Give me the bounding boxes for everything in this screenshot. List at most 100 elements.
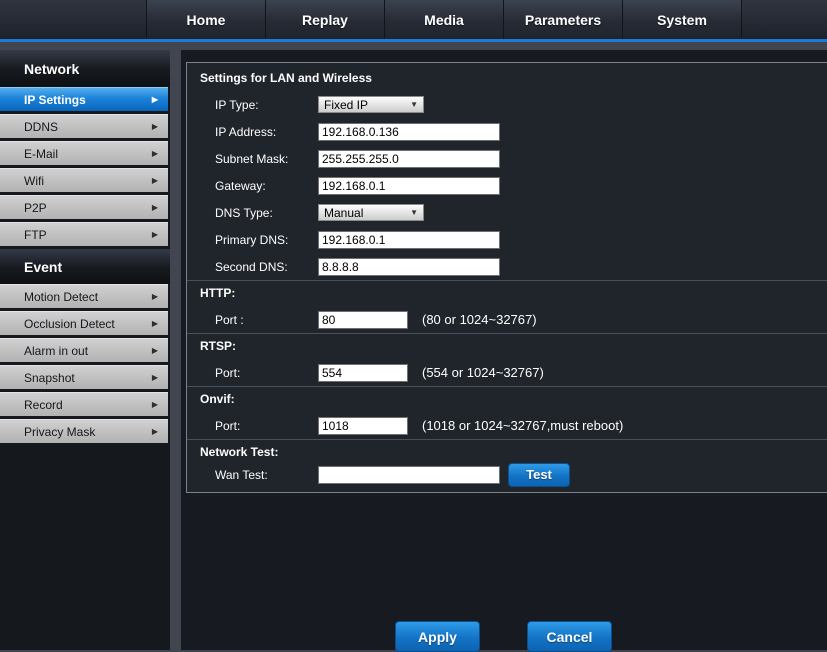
arrow-right-icon: ▶ <box>152 203 158 212</box>
sidebar-content-divider <box>170 50 181 650</box>
form-actions: Apply Cancel <box>395 621 612 652</box>
subnet-mask-row: Subnet Mask: <box>200 145 827 172</box>
sidebar-item-label: Occlusion Detect <box>24 317 115 331</box>
gateway-label: Gateway: <box>215 179 318 193</box>
http-port-row: Port : (80 or 1024~32767) <box>200 306 827 333</box>
arrow-right-icon: ▶ <box>152 230 158 239</box>
sidebar-item-alarm-in-out[interactable]: Alarm in out ▶ <box>0 338 168 362</box>
test-button[interactable]: Test <box>508 463 570 487</box>
sidebar-item-email[interactable]: E-Mail ▶ <box>0 141 168 165</box>
network-test-section: Network Test: Wan Test: Test <box>187 439 827 492</box>
dns-type-selected-value: Manual <box>324 206 363 220</box>
chevron-down-icon: ▼ <box>410 208 418 217</box>
arrow-right-icon: ▶ <box>152 122 158 131</box>
arrow-right-icon: ▶ <box>152 346 158 355</box>
ip-type-select[interactable]: Fixed IP ▼ <box>318 96 424 113</box>
sidebar-item-privacy-mask[interactable]: Privacy Mask ▶ <box>0 419 168 443</box>
primary-dns-input[interactable] <box>318 231 500 249</box>
apply-button[interactable]: Apply <box>395 621 480 652</box>
lan-section-title: Settings for LAN and Wireless <box>200 66 827 91</box>
sidebar-item-occlusion-detect[interactable]: Occlusion Detect ▶ <box>0 311 168 335</box>
subnet-mask-input[interactable] <box>318 150 500 168</box>
ip-address-row: IP Address: <box>200 118 827 145</box>
sidebar-item-record[interactable]: Record ▶ <box>0 392 168 416</box>
sidebar-item-label: Record <box>24 398 63 412</box>
sidebar-item-label: FTP <box>24 228 47 242</box>
rtsp-port-input[interactable] <box>318 364 408 382</box>
rtsp-port-hint: (554 or 1024~32767) <box>422 365 544 380</box>
ip-address-label: IP Address: <box>215 125 318 139</box>
sidebar-item-ddns[interactable]: DDNS ▶ <box>0 114 168 138</box>
settings-panel: Settings for LAN and Wireless IP Type: F… <box>186 62 827 493</box>
second-dns-input[interactable] <box>318 258 500 276</box>
second-dns-row: Second DNS: <box>200 253 827 280</box>
rtsp-port-row: Port: (554 or 1024~32767) <box>200 359 827 386</box>
cancel-button[interactable]: Cancel <box>527 621 612 652</box>
rtsp-port-label: Port: <box>215 366 318 380</box>
http-port-hint: (80 or 1024~32767) <box>422 312 537 327</box>
sidebar-item-ftp[interactable]: FTP ▶ <box>0 222 168 246</box>
chevron-down-icon: ▼ <box>410 100 418 109</box>
wan-test-label: Wan Test: <box>215 468 318 482</box>
gateway-row: Gateway: <box>200 172 827 199</box>
dns-type-label: DNS Type: <box>215 206 318 220</box>
nav-tab-media[interactable]: Media <box>385 0 504 39</box>
main-content: Settings for LAN and Wireless IP Type: F… <box>181 50 827 650</box>
dns-type-row: DNS Type: Manual ▼ <box>200 199 827 226</box>
http-section-title: HTTP: <box>200 281 827 306</box>
ip-type-selected-value: Fixed IP <box>324 98 368 112</box>
onvif-section: Onvif: Port: (1018 or 1024~32767,must re… <box>187 386 827 439</box>
ip-type-label: IP Type: <box>215 98 318 112</box>
http-section: HTTP: Port : (80 or 1024~32767) <box>187 280 827 333</box>
arrow-right-icon: ▶ <box>152 292 158 301</box>
wan-test-input[interactable] <box>318 466 500 484</box>
sidebar-item-wifi[interactable]: Wifi ▶ <box>0 168 168 192</box>
sidebar-item-p2p[interactable]: P2P ▶ <box>0 195 168 219</box>
top-nav: Home Replay Media Parameters System <box>0 0 827 42</box>
nav-tab-replay[interactable]: Replay <box>266 0 385 39</box>
rtsp-section: RTSP: Port: (554 or 1024~32767) <box>187 333 827 386</box>
sidebar-item-label: IP Settings <box>24 93 86 107</box>
arrow-right-icon: ▶ <box>152 176 158 185</box>
onvif-section-title: Onvif: <box>200 387 827 412</box>
sidebar-item-label: Wifi <box>24 174 44 188</box>
sidebar-item-motion-detect[interactable]: Motion Detect ▶ <box>0 284 168 308</box>
ip-type-row: IP Type: Fixed IP ▼ <box>200 91 827 118</box>
nav-tab-parameters[interactable]: Parameters <box>504 0 623 39</box>
wan-test-row: Wan Test: Test <box>200 465 827 492</box>
arrow-right-icon: ▶ <box>152 427 158 436</box>
onvif-port-row: Port: (1018 or 1024~32767,must reboot) <box>200 412 827 439</box>
rtsp-section-title: RTSP: <box>200 334 827 359</box>
page-layout: Network IP Settings ▶ DDNS ▶ E-Mail ▶ Wi… <box>0 50 827 650</box>
sidebar-item-label: Alarm in out <box>24 344 88 358</box>
nav-right-spacer <box>742 0 827 39</box>
sidebar-item-label: Motion Detect <box>24 290 98 304</box>
sidebar-section-event: Event <box>0 249 170 284</box>
arrow-right-icon: ▶ <box>152 95 158 104</box>
second-dns-label: Second DNS: <box>215 260 318 274</box>
nav-left-spacer <box>0 0 147 39</box>
ip-address-input[interactable] <box>318 123 500 141</box>
http-port-input[interactable] <box>318 311 408 329</box>
onvif-port-hint: (1018 or 1024~32767,must reboot) <box>422 418 623 433</box>
sidebar-item-label: P2P <box>24 201 47 215</box>
sidebar-item-snapshot[interactable]: Snapshot ▶ <box>0 365 168 389</box>
sidebar-item-ip-settings[interactable]: IP Settings ▶ <box>0 87 168 111</box>
primary-dns-label: Primary DNS: <box>215 233 318 247</box>
http-port-label: Port : <box>215 313 318 327</box>
arrow-right-icon: ▶ <box>152 319 158 328</box>
arrow-right-icon: ▶ <box>152 373 158 382</box>
sidebar-item-label: E-Mail <box>24 147 58 161</box>
subnet-mask-label: Subnet Mask: <box>215 152 318 166</box>
gateway-input[interactable] <box>318 177 500 195</box>
onvif-port-label: Port: <box>215 419 318 433</box>
nav-tab-system[interactable]: System <box>623 0 742 39</box>
dns-type-select[interactable]: Manual ▼ <box>318 204 424 221</box>
arrow-right-icon: ▶ <box>152 149 158 158</box>
arrow-right-icon: ▶ <box>152 400 158 409</box>
sidebar-item-label: Privacy Mask <box>24 425 95 439</box>
nav-tab-home[interactable]: Home <box>147 0 266 39</box>
sidebar-item-label: Snapshot <box>24 371 75 385</box>
onvif-port-input[interactable] <box>318 417 408 435</box>
network-test-section-title: Network Test: <box>200 440 827 465</box>
